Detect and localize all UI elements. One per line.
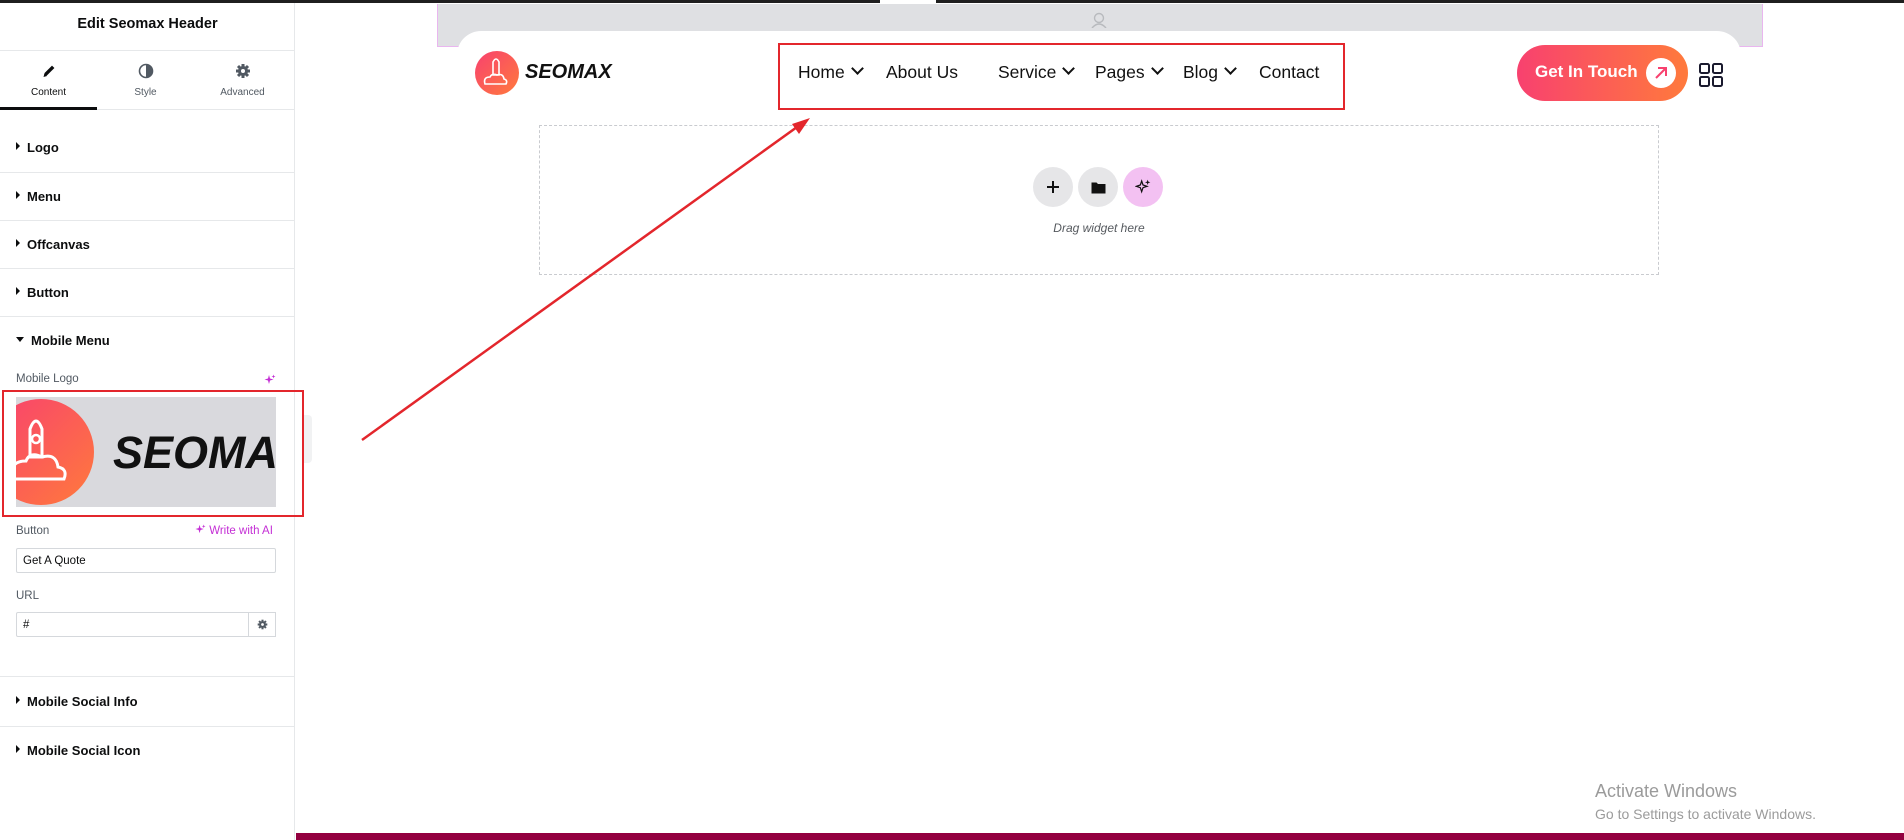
mobile-logo-label: Mobile Logo [16,373,79,385]
tab-content-label: Content [30,87,67,98]
url-input[interactable] [16,612,249,637]
tab-advanced[interactable]: Advanced [194,51,291,109]
folder-icon [1091,182,1105,193]
gear-icon [235,64,250,78]
ai-sparkle-icon [195,524,206,534]
panel-collapse-handle[interactable] [304,415,312,463]
section-button-label: Button [27,285,69,300]
section-mobile-menu-header[interactable]: Mobile Menu [16,333,110,348]
site-logo-icon[interactable] [474,50,520,96]
write-with-ai-button[interactable]: Write with AI [195,524,273,537]
ai-sparkle-icon [1135,179,1151,194]
section-logo[interactable]: Logo [0,124,295,173]
section-offcanvas-label: Offcanvas [27,237,90,252]
section-mobile-social-info-label: Mobile Social Info [27,694,138,709]
section-menu-header[interactable]: Menu [16,189,61,204]
site-logo-text[interactable]: SEOMAX [525,61,612,84]
tab-advanced-label: Advanced [220,87,265,98]
section-offcanvas-header[interactable]: Offcanvas [16,237,90,252]
caret-right-icon [16,696,20,704]
button-text-input[interactable] [16,548,276,573]
activate-windows-title: Activate Windows [1595,781,1738,801]
arrow-up-right-icon [1646,58,1676,88]
ai-sparkle-icon[interactable] [264,374,276,386]
activate-windows-subtitle: Go to Settings to activate Windows. [1595,806,1816,822]
section-button[interactable]: Button [0,268,295,317]
cta-label: Get In Touch [1535,62,1638,81]
section-mobile-social-info-header[interactable]: Mobile Social Info [16,694,138,709]
tab-style[interactable]: Style [97,51,194,109]
tab-content[interactable]: Content [0,51,97,110]
user-icon [1091,12,1107,28]
tab-style-label: Style [134,87,157,98]
caret-right-icon [16,287,20,295]
section-logo-header[interactable]: Logo [16,140,59,155]
gear-icon [257,619,267,630]
section-menu-label: Menu [27,189,61,204]
section-menu[interactable]: Menu [0,172,295,221]
section-offcanvas[interactable]: Offcanvas [0,220,295,269]
add-section-button[interactable] [1033,167,1073,207]
section-button-header[interactable]: Button [16,285,69,300]
caret-right-icon [16,239,20,247]
write-with-ai-label: Write with AI [209,525,273,537]
canvas-bottom-bar [296,833,1904,840]
url-options-button[interactable] [248,612,276,637]
annotation-box-nav [778,43,1345,110]
panel-tabs: Content Style Advanced [0,50,295,110]
pencil-icon [43,65,54,77]
section-mobile-social-info[interactable]: Mobile Social Info [0,678,295,727]
button-field-label: Button [16,525,50,537]
section-mobile-menu-label: Mobile Menu [31,333,110,348]
caret-right-icon [16,745,20,753]
url-field-label: URL [16,590,40,602]
caret-down-icon [16,337,24,342]
caret-right-icon [16,191,20,199]
ai-generate-button[interactable] [1123,167,1163,207]
get-in-touch-button[interactable]: Get In Touch [1517,45,1688,101]
plus-icon [1047,181,1059,193]
section-mobile-social-icon-label: Mobile Social Icon [27,743,141,758]
contrast-icon [138,63,153,79]
section-mobile-social-icon[interactable]: Mobile Social Icon [0,726,295,774]
add-template-button[interactable] [1078,167,1118,207]
canvas-top-handle [880,0,936,3]
caret-right-icon [16,142,20,150]
section-mobile-social-icon-header[interactable]: Mobile Social Icon [16,743,140,758]
section-logo-label: Logo [27,140,59,155]
annotation-arrow-icon [361,118,810,442]
grid-menu-icon[interactable] [1699,63,1723,87]
annotation-box-mobile-logo [2,390,304,517]
panel-title: Edit Seomax Header [77,16,218,32]
